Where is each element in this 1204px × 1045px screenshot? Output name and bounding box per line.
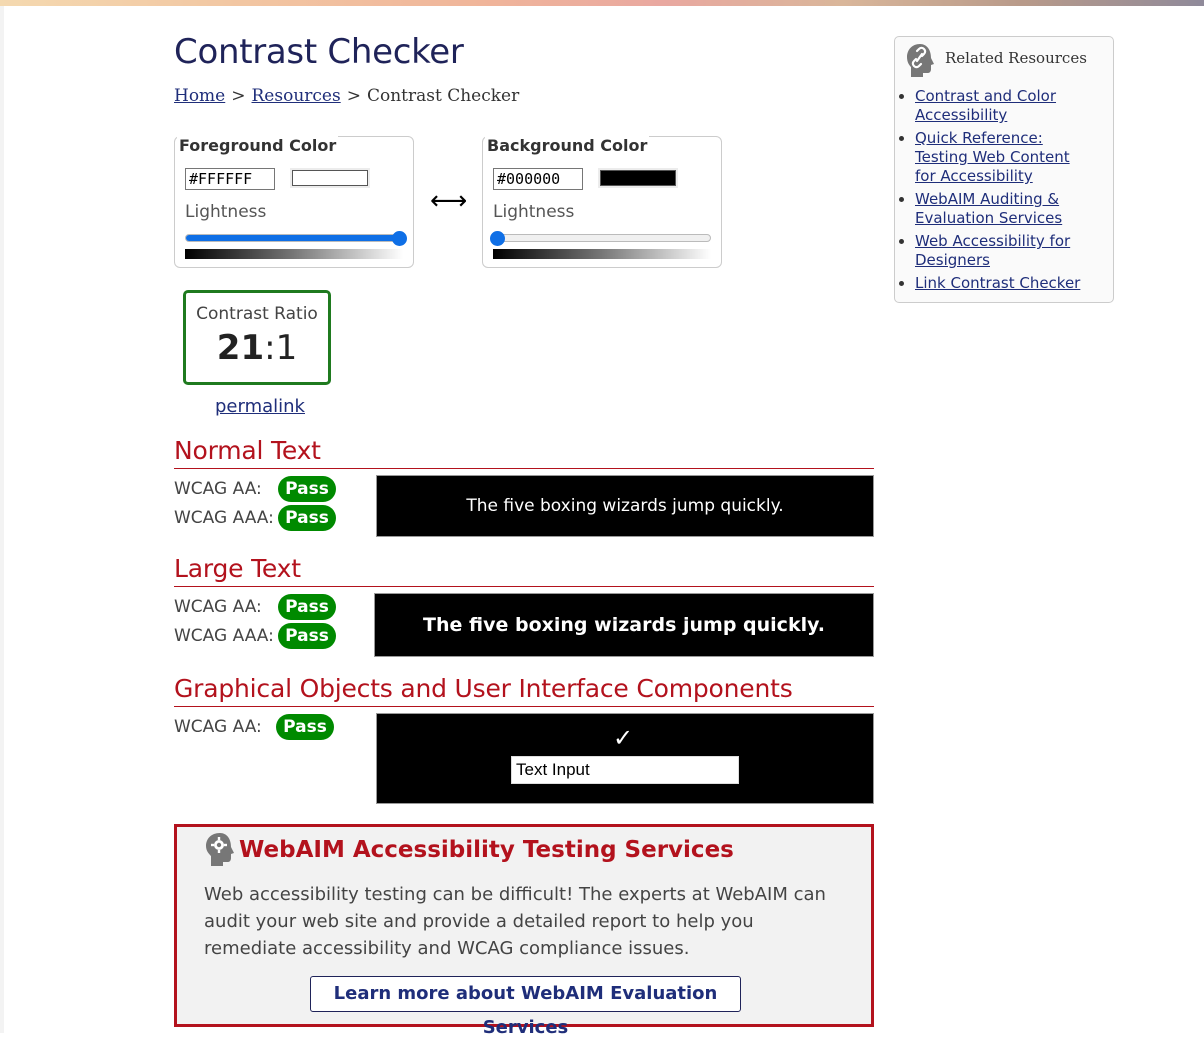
- foreground-lightness-label: Lightness: [185, 202, 267, 222]
- normal-aaa-pass-badge: Pass: [278, 505, 336, 531]
- list-item: Contrast and Color Accessibility: [915, 87, 1095, 125]
- contrast-ratio-colon: :: [264, 328, 276, 368]
- list-item: Quick Reference: Testing Web Content for…: [915, 129, 1095, 186]
- related-link-designers[interactable]: Web Accessibility for Designers: [915, 232, 1070, 269]
- normal-aa-pass-badge: Pass: [278, 476, 336, 502]
- foreground-hex-input[interactable]: [185, 168, 275, 190]
- breadcrumb-separator: >: [231, 86, 246, 106]
- normal-wcag-aa-label: WCAG AA:: [174, 479, 262, 499]
- sample-text-input: Text Input: [511, 756, 739, 784]
- promo-title: WebAIM Accessibility Testing Services: [239, 837, 734, 863]
- foreground-color-legend: Foreground Color: [177, 136, 339, 155]
- related-link-auditing-services[interactable]: WebAIM Auditing & Evaluation Services: [915, 190, 1062, 227]
- testing-services-promo: WebAIM Accessibility Testing Services We…: [174, 824, 874, 1038]
- normal-wcag-aaa-label: WCAG AAA:: [174, 508, 274, 528]
- background-lightness-slider-thumb[interactable]: [490, 231, 505, 246]
- background-lightness-gradient: [493, 249, 711, 259]
- large-wcag-aaa-label: WCAG AAA:: [174, 626, 274, 646]
- promo-text: Web accessibility testing can be difficu…: [204, 884, 826, 959]
- foreground-lightness-fill: [186, 235, 400, 241]
- contrast-ratio-main: 21: [216, 328, 265, 368]
- breadcrumb-home-link[interactable]: Home: [174, 86, 225, 106]
- graphical-aa-pass-badge: Pass: [276, 714, 334, 740]
- list-item: Link Contrast Checker: [915, 274, 1095, 293]
- large-aaa-pass-badge: Pass: [278, 623, 336, 649]
- foreground-lightness-slider-thumb[interactable]: [392, 231, 407, 246]
- foreground-color-group: Foreground Color Lightness: [174, 136, 414, 268]
- breadcrumb: Home > Resources > Contrast Checker: [174, 86, 519, 106]
- normal-text-sample: The five boxing wizards jump quickly.: [376, 475, 874, 537]
- learn-more-button[interactable]: Learn more about WebAIM Evaluation Servi…: [310, 976, 741, 1038]
- swap-arrows-icon[interactable]: ⟷: [430, 188, 467, 214]
- background-lightness-track[interactable]: [493, 234, 711, 242]
- normal-text-heading: Normal Text: [174, 436, 874, 469]
- large-wcag-aa-label: WCAG AA:: [174, 597, 262, 617]
- link-head-icon: [907, 44, 934, 77]
- background-lightness-label: Lightness: [493, 202, 575, 222]
- breadcrumb-resources-link[interactable]: Resources: [252, 86, 341, 106]
- gear-head-icon: [206, 833, 234, 866]
- background-color-picker[interactable]: [598, 168, 678, 188]
- large-text-heading: Large Text: [174, 554, 874, 587]
- background-color-group: Background Color Lightness: [482, 136, 722, 268]
- list-item: WebAIM Auditing & Evaluation Services: [915, 190, 1095, 228]
- graphical-sample: ✓ Text Input: [376, 713, 874, 804]
- breadcrumb-current: Contrast Checker: [366, 86, 520, 106]
- contrast-ratio-box: Contrast Ratio 21:1: [183, 290, 331, 385]
- graphical-wcag-aa-label: WCAG AA:: [174, 717, 262, 737]
- large-aa-pass-badge: Pass: [278, 594, 336, 620]
- background-color-legend: Background Color: [485, 136, 650, 155]
- checkmark-icon: ✓: [613, 724, 634, 752]
- breadcrumb-separator: >: [346, 86, 361, 106]
- related-resources-title: Related Resources: [945, 49, 1087, 67]
- permalink-link[interactable]: permalink: [215, 396, 305, 417]
- related-link-link-contrast[interactable]: Link Contrast Checker: [915, 274, 1080, 292]
- contrast-ratio-label: Contrast Ratio: [196, 304, 318, 324]
- foreground-lightness-track[interactable]: [185, 234, 403, 242]
- contrast-ratio-value: 21:1: [186, 328, 328, 368]
- contrast-ratio-rest: 1: [275, 328, 298, 368]
- related-link-contrast-color[interactable]: Contrast and Color Accessibility: [915, 87, 1056, 124]
- background-swatch: [600, 170, 676, 186]
- left-edge: [0, 6, 4, 1033]
- foreground-swatch: [292, 170, 368, 186]
- top-decorative-strip: [0, 0, 1204, 6]
- related-link-quick-reference[interactable]: Quick Reference: Testing Web Content for…: [915, 129, 1070, 185]
- large-text-sample: The five boxing wizards jump quickly.: [374, 593, 874, 657]
- page-title: Contrast Checker: [174, 32, 464, 72]
- background-hex-input[interactable]: [493, 168, 583, 190]
- foreground-lightness-gradient: [185, 249, 403, 259]
- related-resources-list: Contrast and Color Accessibility Quick R…: [895, 87, 1095, 297]
- related-resources-panel: Related Resources Contrast and Color Acc…: [894, 36, 1114, 303]
- graphical-objects-heading: Graphical Objects and User Interface Com…: [174, 674, 874, 707]
- list-item: Web Accessibility for Designers: [915, 232, 1095, 270]
- foreground-color-picker[interactable]: [290, 168, 370, 188]
